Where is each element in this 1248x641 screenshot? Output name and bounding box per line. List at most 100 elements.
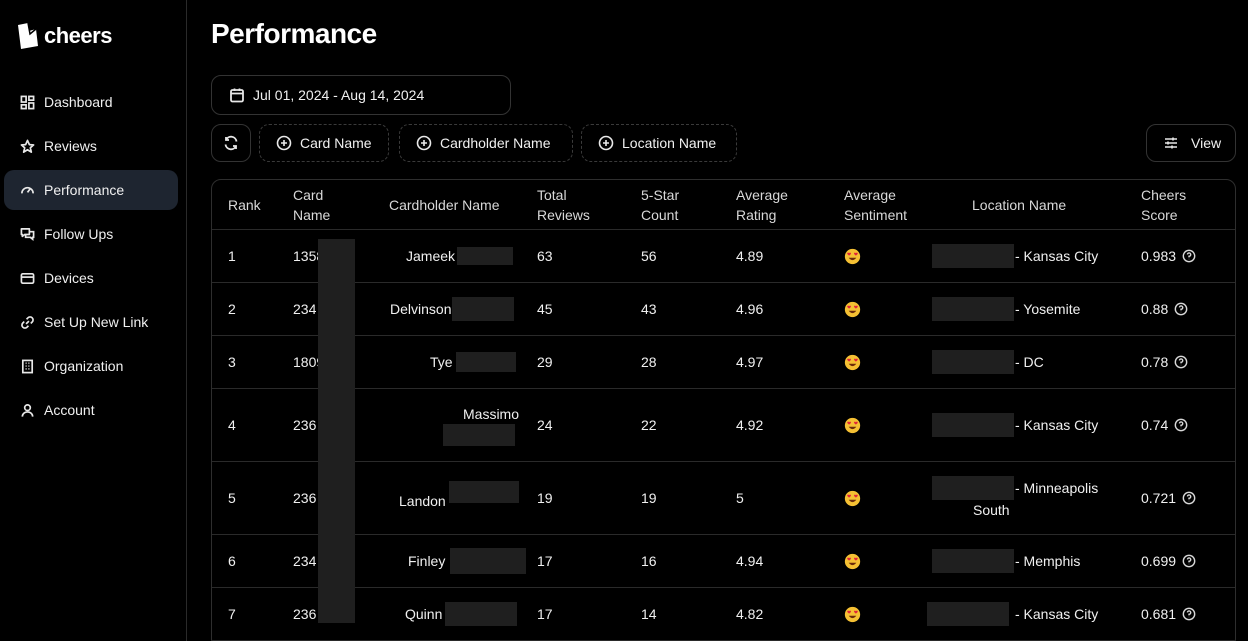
table-row[interactable]: 7 236 Quinn 17 14 4.82 - Kansas City 0.6…: [212, 588, 1235, 641]
table-row[interactable]: 1 1358 Jameek 63 56 4.89 - Kansas City 0…: [212, 230, 1235, 283]
sidebar-item-account[interactable]: Account: [4, 390, 178, 430]
redacted-block: [932, 350, 1014, 374]
total-reviews-cell: 45: [537, 301, 553, 317]
header-label: Reviews: [537, 206, 590, 223]
sidebar-nav: Dashboard Reviews Performance Follow Ups…: [4, 82, 178, 434]
column-header-total-reviews[interactable]: Total Reviews: [537, 180, 590, 229]
table-row[interactable]: 2 234 Delvinson 45 43 4.96 - Yosemite 0.…: [212, 283, 1235, 336]
help-circle-icon[interactable]: [1182, 554, 1196, 568]
help-circle-icon[interactable]: [1182, 607, 1196, 621]
location-name-cell: - Memphis: [932, 535, 1080, 587]
header-label: Card: [293, 186, 324, 203]
cardholder-name-filter-button[interactable]: Cardholder Name: [399, 124, 573, 162]
column-header-cardholder-name[interactable]: Cardholder Name: [389, 180, 500, 229]
average-rating-cell: 5: [736, 490, 744, 506]
dashboard-icon: [19, 94, 35, 110]
sidebar-item-label: Performance: [44, 182, 125, 198]
sidebar-item-follow-ups[interactable]: Follow Ups: [4, 214, 178, 254]
help-circle-icon[interactable]: [1174, 355, 1188, 369]
redacted-block: [442, 424, 515, 446]
location-suffix: - Minneapolis: [1015, 480, 1099, 496]
header-label: Average: [736, 186, 788, 203]
redacted-block: [932, 244, 1014, 268]
rank-cell: 7: [228, 606, 236, 622]
column-header-rank[interactable]: Rank: [228, 180, 261, 229]
card-icon: [19, 270, 35, 286]
link-icon: [19, 314, 35, 330]
total-reviews-cell: 29: [537, 354, 553, 370]
refresh-button[interactable]: [211, 124, 251, 162]
column-header-cheers-score[interactable]: Cheers Score: [1141, 180, 1186, 229]
sidebar-item-devices[interactable]: Devices: [4, 258, 178, 298]
table-row[interactable]: 4 236 Massimo 24 22 4.92 - Kansas City 0…: [212, 389, 1235, 462]
location-name-filter-label: Location Name: [622, 135, 717, 151]
heart-eyes-emoji-icon: [844, 301, 861, 317]
column-header-location-name[interactable]: Location Name: [972, 180, 1066, 229]
location-name-filter-button[interactable]: Location Name: [581, 124, 737, 162]
column-header-average-sentiment[interactable]: Average Sentiment: [844, 180, 907, 229]
five-star-count-cell: 19: [641, 490, 657, 506]
cheers-score-cell: 0.681: [1141, 588, 1196, 640]
cardholder-first-name: Finley: [408, 553, 446, 569]
sidebar-item-label: Reviews: [44, 138, 97, 154]
app-logo[interactable]: cheers: [16, 22, 112, 50]
rank-cell: 5: [228, 490, 236, 506]
view-options-label: View: [1191, 135, 1222, 151]
sidebar-item-dashboard[interactable]: Dashboard: [4, 82, 178, 122]
help-circle-icon[interactable]: [1182, 491, 1196, 505]
header-label: Count: [641, 206, 679, 223]
date-range-picker[interactable]: Jul 01, 2024 - Aug 14, 2024: [211, 75, 511, 115]
header-label: Name: [293, 206, 331, 223]
sidebar-item-performance[interactable]: Performance: [4, 170, 178, 210]
view-options-button[interactable]: View: [1146, 124, 1236, 162]
sidebar-item-label: Devices: [44, 270, 94, 286]
header-label: Rank: [228, 196, 261, 213]
heart-eyes-emoji-icon: [844, 490, 861, 506]
average-sentiment-cell: [844, 462, 861, 534]
five-star-count-cell: 14: [641, 606, 657, 622]
sidebar-item-organization[interactable]: Organization: [4, 346, 178, 386]
column-header-average-rating[interactable]: Average Rating: [736, 180, 788, 229]
cardholder-name-cell: Delvinson: [390, 283, 515, 335]
five-star-count-cell: 56: [641, 248, 657, 264]
column-header-five-star-count[interactable]: 5-Star Count: [641, 180, 679, 229]
cheers-score-value: 0.78: [1141, 354, 1169, 370]
header-label: Rating: [736, 206, 777, 223]
cardholder-first-name: Massimo: [463, 406, 520, 422]
cheers-score-value: 0.88: [1141, 301, 1169, 317]
cheers-score-cell: 0.78: [1141, 336, 1188, 388]
help-circle-icon[interactable]: [1174, 302, 1188, 316]
location-name-cell: - DC: [932, 336, 1044, 388]
location-suffix: - Kansas City: [1015, 248, 1099, 264]
rank-cell: 4: [228, 417, 236, 433]
cardholder-name-cell: Tye: [430, 336, 516, 388]
help-circle-icon[interactable]: [1182, 249, 1196, 263]
cheers-score-cell: 0.88: [1141, 283, 1188, 335]
header-label: Sentiment: [844, 206, 908, 223]
sidebar-item-set-up-new-link[interactable]: Set Up New Link: [4, 302, 178, 342]
rank-cell: 3: [228, 354, 236, 370]
redacted-block: [927, 602, 1009, 626]
sliders-icon: [1165, 137, 1177, 149]
header-label: Cardholder Name: [389, 196, 500, 213]
card-name-cell: 236: [293, 490, 317, 506]
average-sentiment-cell: [844, 230, 861, 282]
table-row[interactable]: 3 1809 Tye 29 28 4.97 - DC 0.78: [212, 336, 1235, 389]
average-rating-cell: 4.92: [736, 417, 764, 433]
chat-icon: [19, 226, 35, 242]
cheers-score-value: 0.74: [1141, 417, 1169, 433]
filter-toolbar: Card Name Cardholder Name Location Name …: [211, 124, 1236, 162]
header-label: Score: [1141, 206, 1178, 223]
location-suffix-line-2: South: [973, 502, 1010, 518]
average-rating-cell: 4.97: [736, 354, 764, 370]
average-sentiment-cell: [844, 336, 861, 388]
table-row[interactable]: 6 234 Finley 17 16 4.94 - Memphis 0.699: [212, 535, 1235, 588]
column-header-card-name[interactable]: Card Name: [293, 180, 330, 229]
location-suffix: - Kansas City: [1015, 606, 1099, 622]
help-circle-icon[interactable]: [1174, 418, 1188, 432]
header-label: Average: [844, 186, 896, 203]
table-row[interactable]: 5 236 Landon 19 19 5 - Minneapolis South…: [212, 462, 1235, 535]
sidebar-item-reviews[interactable]: Reviews: [4, 126, 178, 166]
card-name-filter-button[interactable]: Card Name: [259, 124, 389, 162]
cheers-score-value: 0.681: [1141, 606, 1177, 622]
